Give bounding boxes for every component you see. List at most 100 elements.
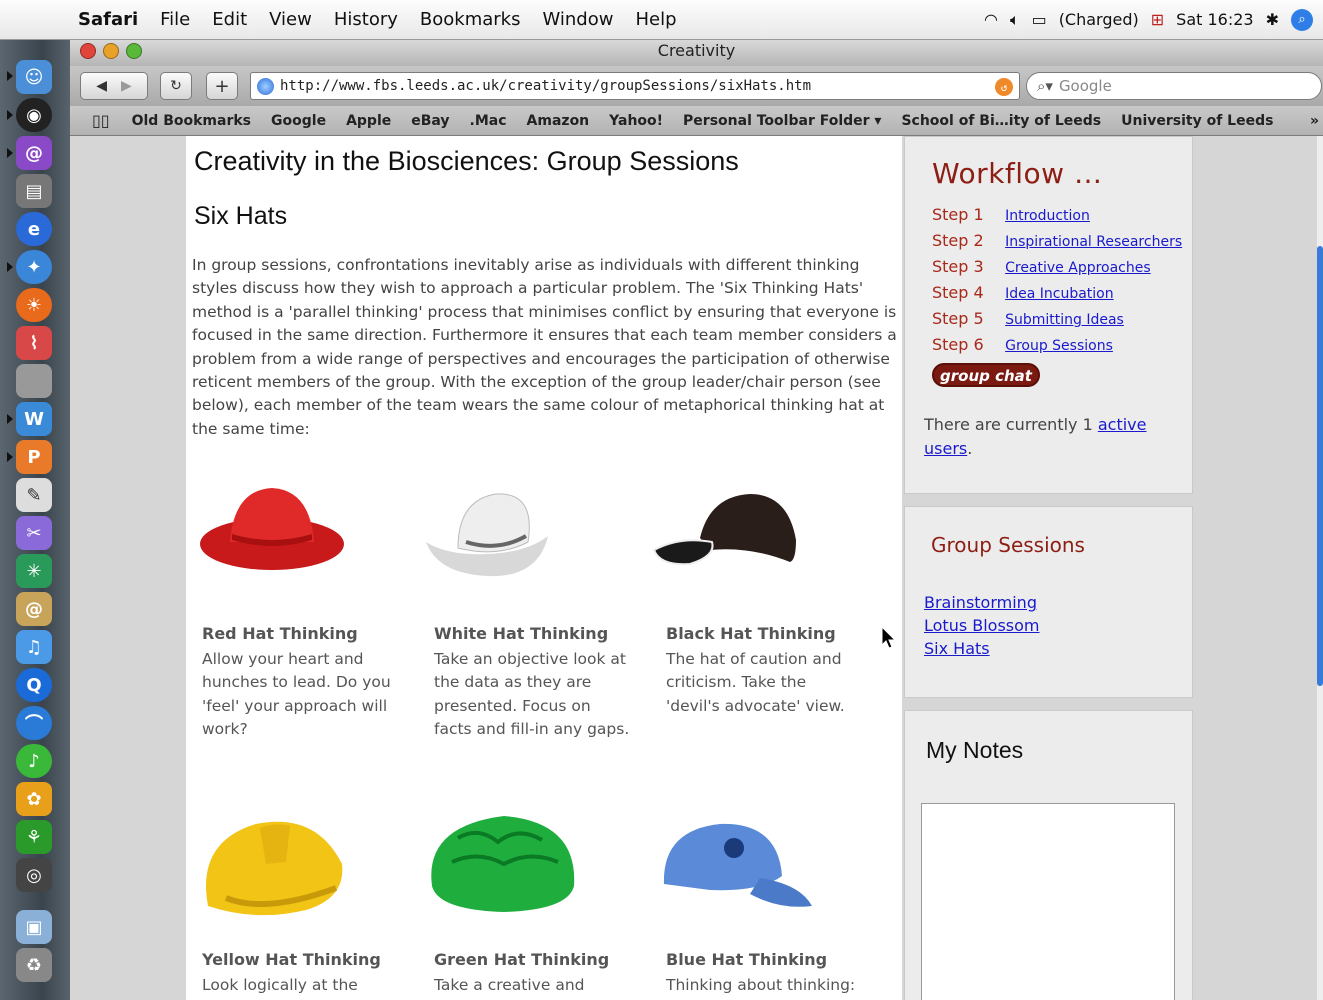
bookmark-amazon[interactable]: Amazon (527, 113, 590, 129)
back-forward-buttons[interactable]: ◀ ▶ (80, 72, 148, 100)
bookmarks-book-icon[interactable]: ▯▯ (92, 111, 110, 130)
hat-description: Thinking about thinking: (666, 976, 856, 994)
running-indicator-icon (7, 71, 13, 81)
downloads-folder-icon[interactable]: ▣ (16, 910, 52, 944)
minimize-window-icon[interactable] (103, 43, 119, 59)
snapback-icon[interactable]: ↺ (995, 78, 1013, 96)
step-label: Step 2 (932, 231, 984, 250)
step-link-inspirational-researchers[interactable]: Inspirational Researchers (1005, 234, 1182, 250)
eye-app-icon[interactable]: ◎ (16, 858, 52, 892)
bookmark-old-bookmarks[interactable]: Old Bookmarks (132, 113, 251, 129)
menu-file[interactable]: File (160, 9, 190, 30)
bookmark-google[interactable]: Google (271, 113, 326, 129)
group-chat-logo[interactable]: group chat (932, 363, 1040, 387)
finder-icon[interactable]: ☺ (16, 60, 52, 94)
step-label: Step 1 (932, 205, 984, 224)
notes-textarea[interactable] (921, 803, 1175, 1000)
title-bar[interactable]: Creativity (70, 40, 1323, 66)
hat-name: Blue Hat Thinking (666, 950, 828, 969)
spotlight-icon[interactable]: ⌕ (1291, 8, 1313, 31)
bookmark-yahoo[interactable]: Yahoo! (609, 113, 663, 129)
text-editor-icon[interactable]: ✎ (16, 478, 52, 512)
clock[interactable]: Sat 16:23 (1176, 10, 1253, 29)
firefox-icon[interactable]: ☀ (16, 288, 52, 322)
page-viewport: Creativity in the Biosciences: Group Ses… (70, 136, 1323, 1000)
quicktime-icon[interactable]: Q (16, 668, 52, 702)
input-flag-icon[interactable]: ⊞ (1151, 10, 1164, 29)
bluetooth-icon[interactable]: ✱ (1266, 10, 1279, 29)
scrollbar-thumb[interactable] (1317, 246, 1323, 686)
running-indicator-icon (7, 262, 13, 272)
active-users-text: There are currently 1 active users. (924, 413, 1174, 461)
workflow-step: Step 5 Submitting Ideas (932, 309, 1124, 328)
bookmarks-overflow-icon[interactable]: » (1310, 113, 1319, 129)
safari-icon[interactable]: ✦ (16, 250, 52, 284)
ichat-icon[interactable]: ⌒ (16, 706, 52, 740)
link-lotus-blossom[interactable]: Lotus Blossom (924, 616, 1040, 635)
menu-window[interactable]: Window (542, 9, 613, 30)
zoom-window-icon[interactable] (126, 43, 142, 59)
close-window-icon[interactable] (80, 43, 96, 59)
step-label: Step 6 (932, 335, 984, 354)
bookmark-university-of-leeds[interactable]: University of Leeds (1121, 113, 1273, 129)
running-indicator-icon (7, 110, 13, 120)
plus-icon: + (214, 75, 230, 97)
add-bookmark-button[interactable]: + (206, 72, 238, 100)
step-link-idea-incubation[interactable]: Idea Incubation (1005, 286, 1114, 302)
bookmark-school-of-biology[interactable]: School of Bi…ity of Leeds (901, 113, 1101, 129)
address-bar[interactable]: http://www.fbs.leeds.ac.uk/creativity/gr… (250, 72, 1020, 100)
forward-icon[interactable]: ▶ (121, 78, 132, 94)
white-hat-image (418, 476, 598, 606)
battery-status[interactable]: (Charged) (1059, 10, 1139, 29)
apple-store-icon[interactable] (16, 364, 52, 398)
scrollbar[interactable] (1317, 136, 1323, 1000)
search-placeholder: Google (1058, 77, 1112, 95)
search-icon[interactable]: ⌕▾ (1037, 77, 1053, 95)
red-hat-image (186, 476, 366, 606)
graphics-icon[interactable]: ✂ (16, 516, 52, 550)
running-indicator-icon (7, 452, 13, 462)
menu-edit[interactable]: Edit (212, 9, 247, 30)
step-link-creative-approaches[interactable]: Creative Approaches (1005, 260, 1151, 276)
bookmark-apple[interactable]: Apple (346, 113, 391, 129)
bookmark-ebay[interactable]: eBay (411, 113, 449, 129)
back-icon[interactable]: ◀ (96, 78, 107, 94)
step-link-introduction[interactable]: Introduction (1005, 208, 1090, 224)
search-field[interactable]: ⌕▾ Google (1026, 72, 1322, 100)
menu-view[interactable]: View (269, 9, 312, 30)
battery-icon[interactable]: ▭ (1032, 10, 1047, 29)
step-link-submitting-ideas[interactable]: Submitting Ideas (1005, 312, 1124, 328)
trash-icon[interactable]: ♻ (16, 948, 52, 982)
toolbar: ◀ ▶ ↻ + http://www.fbs.leeds.ac.uk/creat… (70, 66, 1323, 106)
step-link-group-sessions[interactable]: Group Sessions (1005, 338, 1113, 354)
pdf-reader-icon[interactable]: ⌇ (16, 326, 52, 360)
menu-safari[interactable]: Safari (78, 9, 138, 30)
volume-icon[interactable]: 🔈︎ (1010, 10, 1020, 30)
link-brainstorming[interactable]: Brainstorming (924, 593, 1037, 612)
network-icon[interactable]: ✳ (16, 554, 52, 588)
wifi-icon[interactable]: ◠ (984, 10, 998, 29)
internet-explorer-icon[interactable]: e (16, 212, 52, 246)
tree-app-icon[interactable]: ⚘ (16, 820, 52, 854)
bookmark-personal-toolbar-folder[interactable]: Personal Toolbar Folder ▾ (683, 113, 881, 129)
butterfly-app-icon[interactable]: ✿ (16, 782, 52, 816)
step-label: Step 3 (932, 257, 984, 276)
link-six-hats[interactable]: Six Hats (924, 639, 990, 658)
presentation-icon[interactable]: P (16, 440, 52, 474)
mail-icon[interactable]: @ (16, 136, 52, 170)
printer-icon[interactable]: ▤ (16, 174, 52, 208)
reload-button[interactable]: ↻ (160, 72, 192, 100)
menu-bookmarks[interactable]: Bookmarks (420, 9, 521, 30)
bookmark-mac[interactable]: .Mac (470, 113, 507, 129)
menu-help[interactable]: Help (635, 9, 676, 30)
music-player-icon[interactable]: ♪ (16, 744, 52, 778)
hat-name: Red Hat Thinking (202, 624, 358, 643)
address-book-icon[interactable]: @ (16, 592, 52, 626)
dashboard-icon[interactable]: ◉ (16, 98, 52, 132)
word-processor-icon[interactable]: W (16, 402, 52, 436)
url-text[interactable]: http://www.fbs.leeds.ac.uk/creativity/gr… (280, 78, 811, 94)
black-hat-image (650, 476, 830, 606)
menu-history[interactable]: History (334, 9, 398, 30)
group-sessions-panel: Group Sessions Brainstorming Lotus Bloss… (904, 506, 1193, 698)
itunes-icon[interactable]: ♫ (16, 630, 52, 664)
